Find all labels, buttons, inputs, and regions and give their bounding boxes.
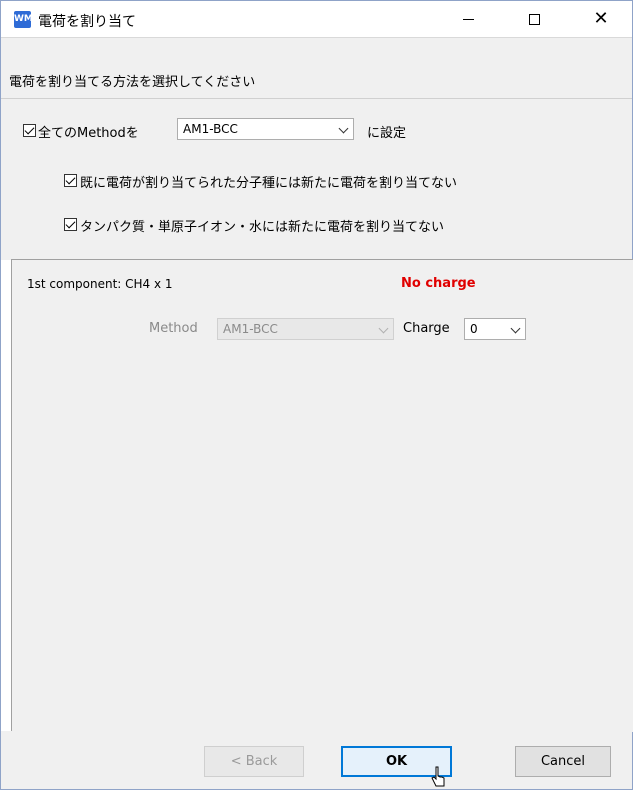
window-title: 電荷を割り当て <box>38 14 136 30</box>
component-method-select[interactable]: AM1-BCC <box>217 318 394 340</box>
instruction-label: 電荷を割り当てる方法を選択してください <box>9 75 256 90</box>
charge-select-value: 0 <box>470 322 478 336</box>
dialog-window: WM 電荷を割り当て ✕ 電荷を割り当てる方法を選択してください 全てのMeth… <box>0 0 633 790</box>
mouse-cursor-icon <box>431 766 445 787</box>
skip-assigned-checkbox[interactable] <box>64 174 77 187</box>
all-methods-select-value: AM1-BCC <box>183 122 238 136</box>
charge-status: No charge <box>401 276 476 291</box>
skip-protein-label: タンパク質・単原子イオン・水には新たに電荷を割り当てない <box>80 220 445 235</box>
instruction-divider <box>1 98 632 99</box>
component-label: 1st component: CH4 x 1 <box>27 277 173 291</box>
close-icon: ✕ <box>593 8 609 29</box>
chevron-down-icon <box>378 323 389 334</box>
component-method-value: AM1-BCC <box>223 322 278 336</box>
skip-assigned-label: 既に電荷が割り当てられた分子種には新たに電荷を割り当てない <box>80 176 458 191</box>
method-label: Method <box>149 321 198 336</box>
app-icon: WM <box>14 11 33 28</box>
minimize-button[interactable] <box>445 1 491 37</box>
chevron-down-icon <box>510 323 521 334</box>
set-suffix-label: に設定 <box>367 126 407 141</box>
maximize-button[interactable] <box>511 1 557 37</box>
maximize-icon <box>528 13 540 25</box>
close-button[interactable]: ✕ <box>578 1 624 37</box>
back-button[interactable]: < Back <box>204 746 304 777</box>
charge-select[interactable]: 0 <box>464 318 526 340</box>
charge-label: Charge <box>403 321 450 336</box>
cancel-button[interactable]: Cancel <box>515 746 611 777</box>
skip-protein-checkbox[interactable] <box>64 218 77 231</box>
all-methods-checkbox[interactable] <box>23 124 36 137</box>
minimize-icon <box>462 18 474 20</box>
chevron-down-icon <box>338 123 349 134</box>
all-methods-select[interactable]: AM1-BCC <box>177 118 354 140</box>
all-methods-label: 全てのMethodを <box>38 126 139 141</box>
title-bar[interactable]: WM 電荷を割り当て ✕ <box>1 1 632 37</box>
